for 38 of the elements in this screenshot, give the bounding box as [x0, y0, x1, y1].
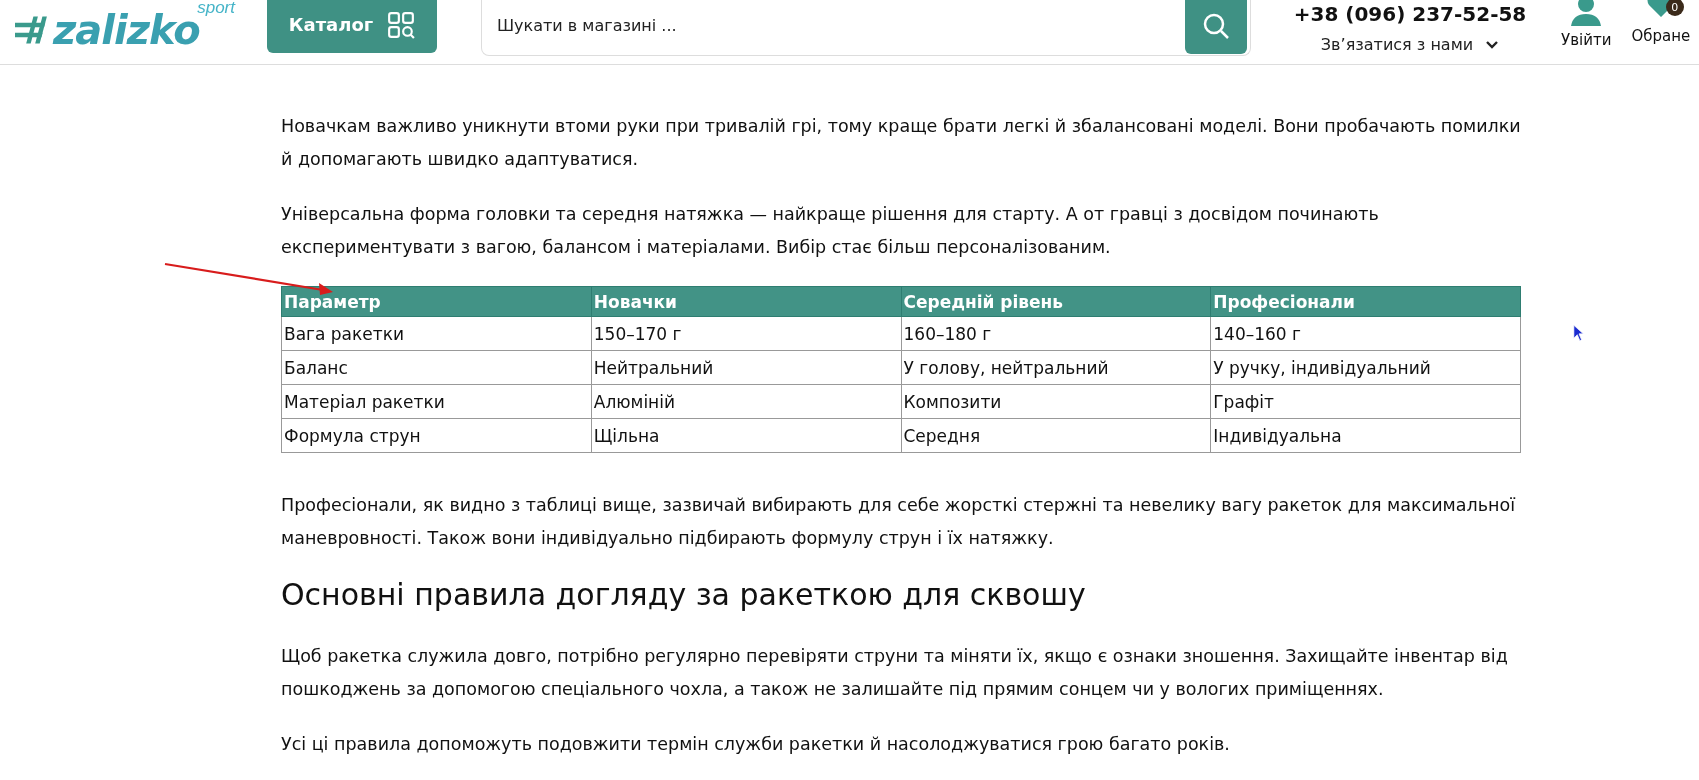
- table-cell: Нейтральний: [591, 350, 901, 385]
- phone-number[interactable]: +38 (096) 237-52-58: [1293, 2, 1527, 26]
- column-header: Новачки: [591, 286, 901, 317]
- table-cell: 140–160 г: [1210, 316, 1521, 351]
- grid-search-icon: [387, 10, 416, 39]
- paragraph: Усі ці правила допоможуть подовжити термін служби ракетки й насолоджуватися грою багато років.: [281, 733, 1231, 756]
- table-cell: 160–180 г: [901, 316, 1211, 351]
- section-heading: Основні правила догляду за ракеткою для сквошу: [281, 577, 1087, 612]
- paragraph: Професіонали, як видно з таблиці вище, зазвичай вибирають для себе жорсткі стержні та невелику вагу ракеток для максимальної маневровності. Також вони індивідуально підбирають формулу струн і їх натяжку.: [281, 494, 1517, 550]
- search-field[interactable]: Шукати в магазині ...: [481, 0, 1251, 56]
- search-button[interactable]: [1185, 0, 1247, 54]
- table-cell: У ручку, індивідуальний: [1210, 350, 1521, 385]
- table-cell: Середня: [901, 418, 1211, 453]
- table-cell: Індивідуальна: [1210, 418, 1521, 453]
- search-input[interactable]: Шукати в магазині ...: [482, 15, 1185, 36]
- column-header: Параметр: [281, 286, 592, 317]
- table-cell: Матеріал ракетки: [281, 384, 592, 419]
- table-cell: Вага ракетки: [281, 316, 592, 351]
- table-cell: 150–170 г: [591, 316, 901, 351]
- paragraph: Універсальна форма головки та середня натяжка — найкраще рішення для старту. А от гравці з досвідом починають експериментувати з вагою, балансом і матеріалами. Вибір стає більш персоналізованим.: [281, 203, 1380, 259]
- cursor-icon: [1573, 324, 1585, 342]
- table-cell: Алюміній: [591, 384, 901, 419]
- table-cell: У голову, нейтральний: [901, 350, 1211, 385]
- login-button[interactable]: Увійти: [1561, 0, 1612, 49]
- catalog-button[interactable]: Каталог: [267, 0, 437, 53]
- table-cell: Баланс: [281, 350, 592, 385]
- user-icon: [1569, 0, 1604, 26]
- paragraph: Щоб ракетка служила довго, потрібно регулярно перевіряти струни та міняти їх, якщо є ознаки зношення. Захищайте інвентар від пошкоджень за допомогою спеціального чохла, а також не залишайте під прямим сонцем чи у вологих приміщеннях.: [281, 645, 1509, 701]
- column-header: Середній рівень: [901, 286, 1211, 317]
- contact-dropdown[interactable]: Зв’язатися з нами: [1314, 34, 1506, 55]
- chevron-down-icon: [1485, 39, 1500, 50]
- table-cell: Формула струн: [281, 418, 592, 453]
- favorites-button[interactable]: 0 Обране: [1631, 0, 1691, 45]
- paragraph: Новачкам важливо уникнути втоми руки при тривалій грі, тому краще брати легкі й збалансовані моделі. Вони пробачають помилки й допомагають швидко адаптуватися.: [281, 115, 1521, 171]
- table-cell: Композити: [901, 384, 1211, 419]
- table-cell: Графіт: [1210, 384, 1521, 419]
- table-cell: Щільна: [591, 418, 901, 453]
- column-header: Професіонали: [1210, 286, 1521, 317]
